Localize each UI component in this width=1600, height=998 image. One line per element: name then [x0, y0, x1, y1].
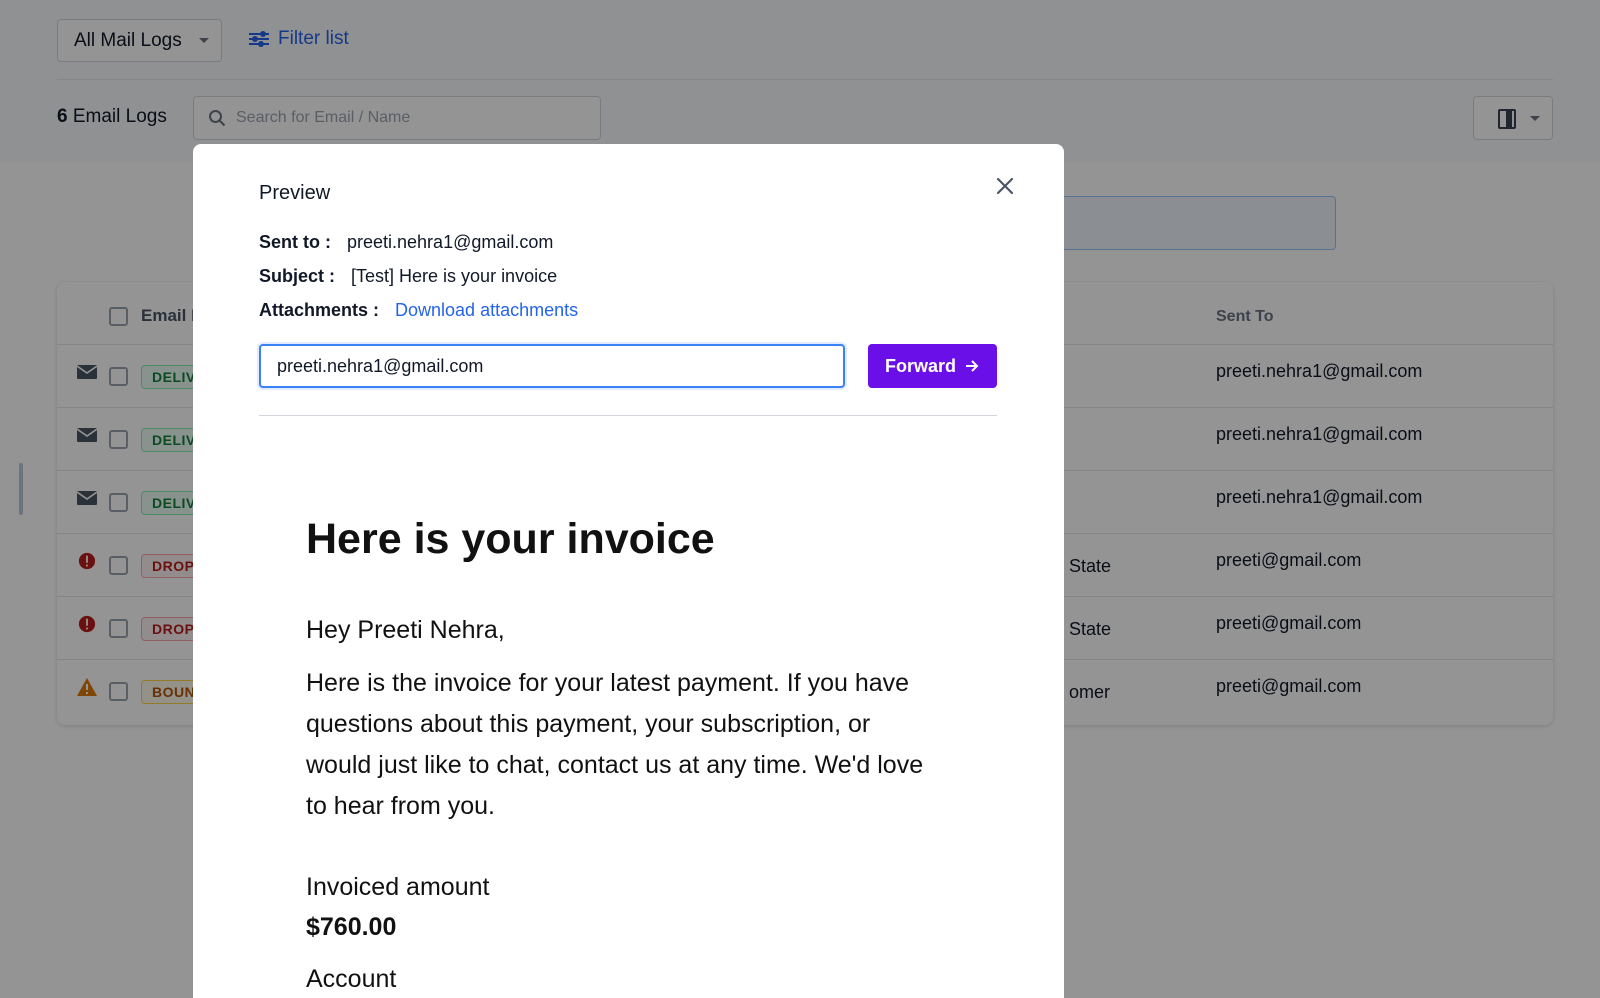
sent-to-label: Sent to : [259, 232, 331, 253]
modal-title: Preview [259, 182, 330, 205]
download-attachments-link[interactable]: Download attachments [395, 300, 578, 321]
sent-to-row: Sent to : preeti.nehra1@gmail.com [259, 232, 553, 253]
email-paragraph: Here is the invoice for your latest paym… [306, 663, 941, 827]
modal-divider [259, 415, 997, 416]
forward-button-label: Forward [885, 356, 956, 377]
invoiced-amount-label: Invoiced amount [306, 867, 956, 907]
sent-to-value: preeti.nehra1@gmail.com [347, 232, 553, 253]
forward-email-input[interactable] [259, 344, 845, 388]
arrow-right-icon [964, 358, 980, 374]
subject-label: Subject : [259, 266, 335, 287]
subject-row: Subject : [Test] Here is your invoice [259, 266, 557, 287]
resize-handle[interactable] [19, 463, 23, 515]
attachments-row: Attachments : Download attachments [259, 300, 578, 321]
email-greeting: Hey Preeti Nehra, [306, 616, 956, 645]
subject-value: [Test] Here is your invoice [351, 266, 557, 287]
preview-modal: Preview Sent to : preeti.nehra1@gmail.co… [193, 144, 1064, 998]
email-preview-body: Here is your invoice Hey Preeti Nehra, H… [306, 514, 956, 998]
attachments-label: Attachments : [259, 300, 379, 321]
email-heading: Here is your invoice [306, 514, 956, 566]
invoiced-amount-value: $760.00 [306, 907, 956, 947]
close-icon[interactable] [993, 174, 1017, 198]
email-cut-off-line: Account [306, 959, 956, 998]
forward-button[interactable]: Forward [868, 344, 997, 388]
